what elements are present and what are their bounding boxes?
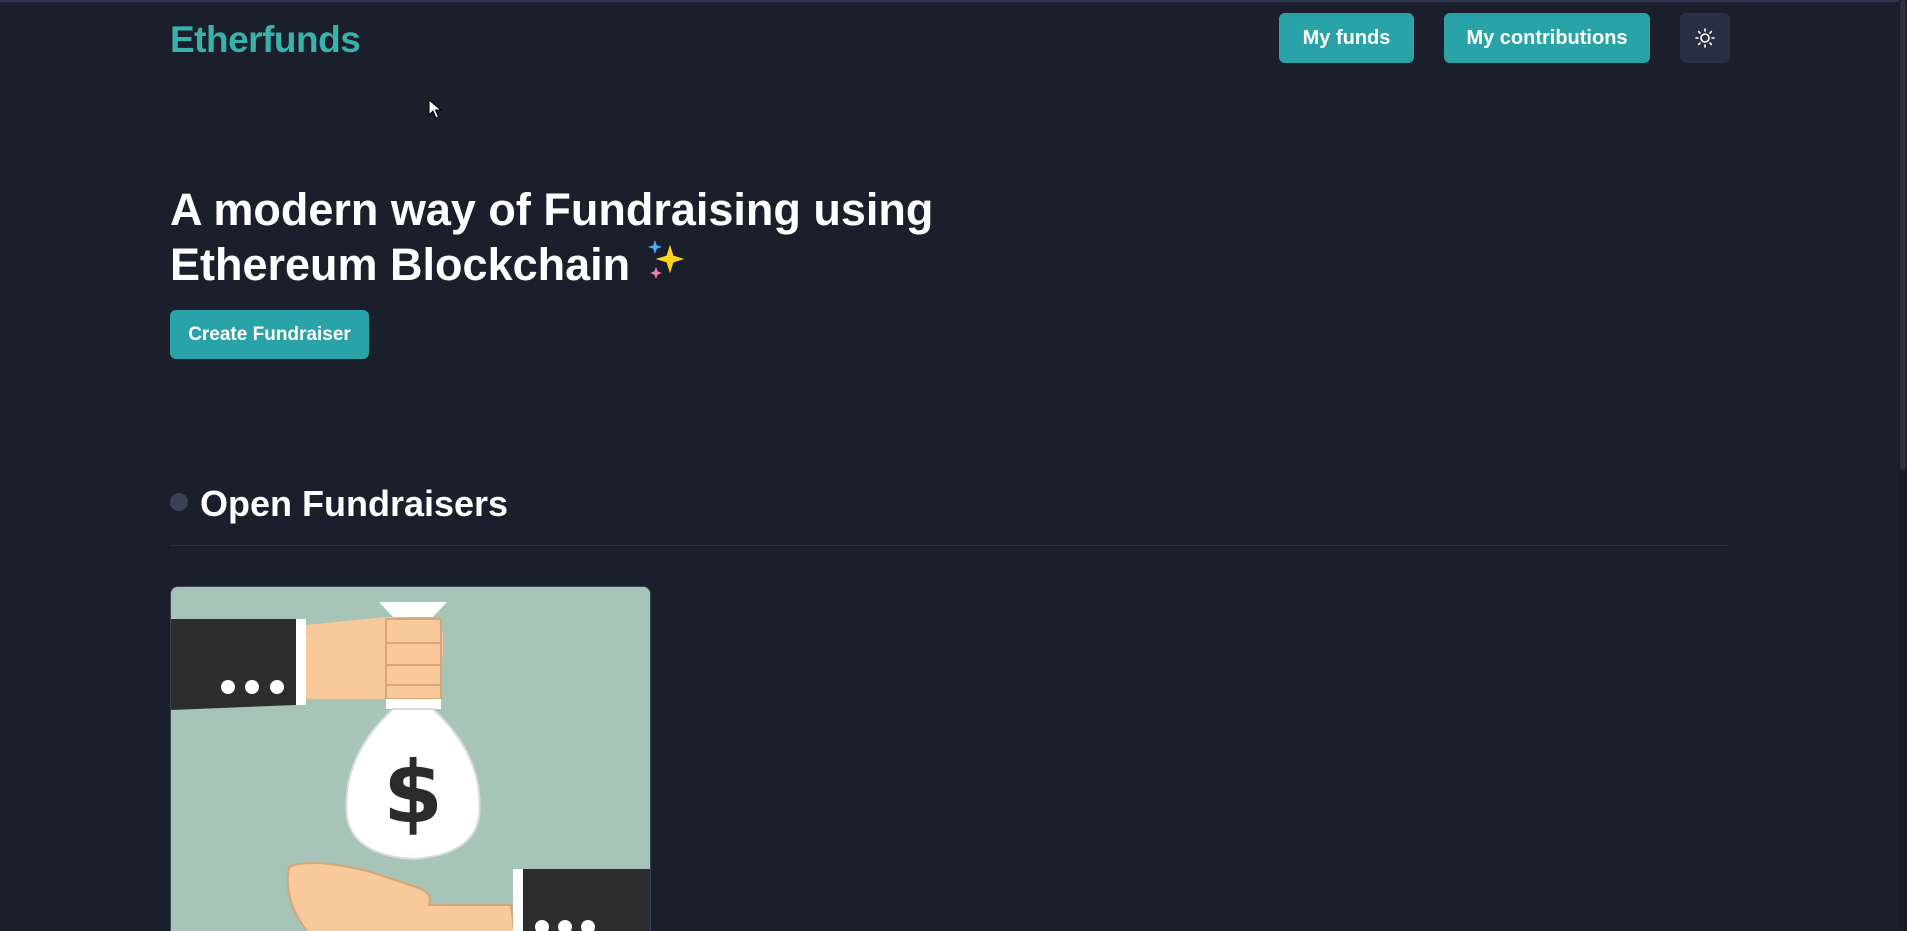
hero-title-line2: Ethereum Blockchain [170,239,631,290]
hero-title: A modern way of Fundraising using Ethere… [170,182,1070,296]
open-fundraisers-header: Open Fundraisers [170,478,508,530]
sparkles-icon [644,238,690,296]
money-bag-handover-illustration: $ [171,587,650,931]
svg-text:$: $ [383,743,443,843]
theme-toggle-button[interactable] [1680,13,1730,63]
sun-icon [1695,28,1715,48]
mouse-cursor-icon [428,99,442,119]
create-fundraiser-button[interactable]: Create Fundraiser [170,310,369,359]
scrollbar[interactable] [1899,0,1907,931]
section-divider [170,545,1728,546]
my-funds-button[interactable]: My funds [1279,13,1414,63]
page: Etherfunds My funds My contributions A m… [0,0,1907,931]
scrollbar-thumb[interactable] [1900,0,1906,470]
top-border [0,0,1907,2]
logo[interactable]: Etherfunds [170,16,361,64]
hero-title-line1: A modern way of Fundraising using [170,184,934,235]
status-dot [170,493,188,511]
section-title: Open Fundraisers [200,483,509,524]
fundraiser-card[interactable]: $ [170,586,651,931]
my-contributions-button[interactable]: My contributions [1444,13,1650,63]
